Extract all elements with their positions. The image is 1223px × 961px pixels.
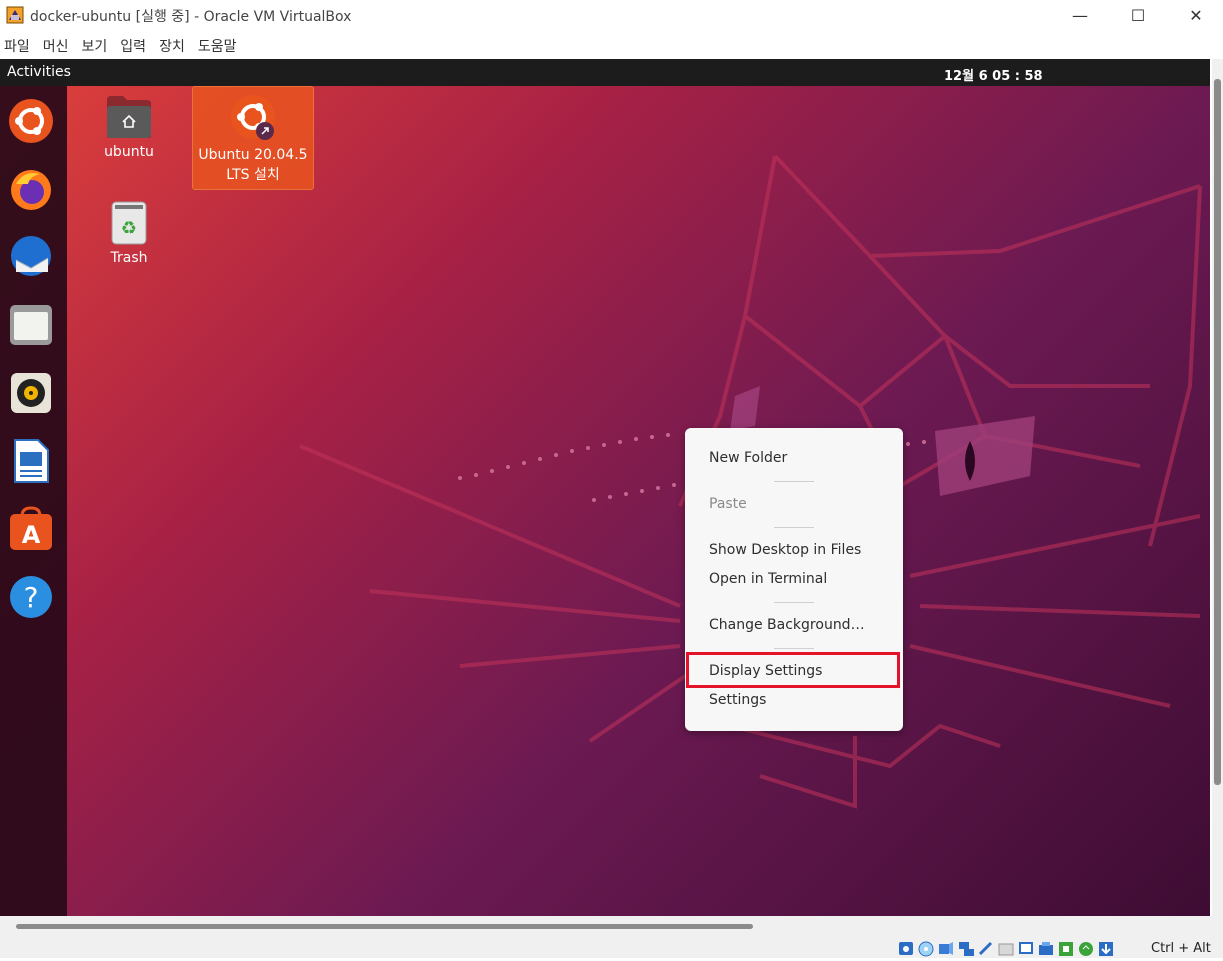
activities-button[interactable]: Activities xyxy=(7,64,71,80)
menu-input[interactable]: 입력 xyxy=(116,32,154,58)
desktop-icon-installer[interactable]: Ubuntu 20.04.5 LTS 설치 xyxy=(192,86,314,190)
dock-thunderbird[interactable] xyxy=(8,234,54,280)
desktop-icon-label-line2: LTS 설치 xyxy=(226,167,280,183)
svg-text:A: A xyxy=(22,521,41,549)
menu-item-new-folder[interactable]: New Folder xyxy=(709,450,787,466)
virtualbox-app-icon xyxy=(6,6,24,24)
highlight-box xyxy=(686,652,900,688)
dock-software[interactable]: A xyxy=(8,506,54,552)
vertical-scrollbar[interactable] xyxy=(1212,59,1223,916)
display-icon[interactable] xyxy=(1017,940,1035,957)
firefox-icon xyxy=(11,170,51,210)
dock-writer[interactable] xyxy=(8,438,54,484)
virtualbox-status-bar: Ctrl + Alt xyxy=(0,938,1223,958)
window-title: docker-ubuntu [실행 중] - Oracle VM Virtual… xyxy=(30,9,352,25)
scrollbar-thumb[interactable] xyxy=(1214,79,1221,785)
menu-file[interactable]: 파일 xyxy=(0,32,38,58)
menu-separator xyxy=(774,481,814,482)
ubuntu-installer-icon xyxy=(231,95,275,140)
clock[interactable]: 12월 6 05 : 58 xyxy=(944,65,1043,84)
menu-view[interactable]: 보기 xyxy=(78,32,116,58)
desktop-icon-trash[interactable]: ♻ Trash xyxy=(98,200,160,266)
menu-help[interactable]: 도움말 xyxy=(194,32,245,58)
wallpaper-cat-art xyxy=(299,154,1202,809)
home-folder-icon xyxy=(107,96,151,138)
maximize-button[interactable]: ☐ xyxy=(1115,2,1161,28)
mouse-integration-icon[interactable] xyxy=(1077,940,1095,957)
horizontal-scrollbar[interactable] xyxy=(0,916,1223,938)
menu-item-open-in-terminal[interactable]: Open in Terminal xyxy=(709,571,827,587)
network-icon[interactable] xyxy=(957,940,975,957)
desktop-icon-home[interactable]: ubuntu xyxy=(98,94,160,160)
vm-screen[interactable]: Activities 12월 6 05 : 58 ubuntu Ubuntu 2… xyxy=(0,59,1210,916)
svg-text:?: ? xyxy=(24,581,39,614)
ubuntu-dock: A ? xyxy=(0,86,67,916)
trash-icon: ♻ xyxy=(111,201,147,245)
libreoffice-writer-icon xyxy=(14,439,49,483)
menu-bar: 파일 머신 보기 입력 장치 도움말 xyxy=(0,32,1223,58)
shared-folder-icon[interactable] xyxy=(997,940,1015,957)
files-icon xyxy=(10,305,52,345)
ubuntu-logo-icon xyxy=(9,99,53,143)
desktop-icon-label-line1: Ubuntu 20.04.5 xyxy=(198,147,308,163)
dock-ubuntu-icon[interactable] xyxy=(8,98,54,144)
gnome-top-bar: Activities 12월 6 05 : 58 xyxy=(0,59,1210,86)
close-button[interactable]: ✕ xyxy=(1173,2,1219,28)
svg-text:♻: ♻ xyxy=(121,218,137,239)
dock-firefox[interactable] xyxy=(8,166,54,212)
menu-separator xyxy=(774,527,814,528)
hard-disk-icon[interactable] xyxy=(897,940,915,957)
menu-machine[interactable]: 머신 xyxy=(39,32,77,58)
host-key-label: Ctrl + Alt xyxy=(1151,941,1211,956)
software-center-icon: A xyxy=(10,506,52,550)
menu-item-change-background[interactable]: Change Background… xyxy=(709,617,865,633)
dock-files[interactable] xyxy=(8,302,54,348)
cpu-icon[interactable] xyxy=(1057,940,1075,957)
menu-item-show-desktop-in-files[interactable]: Show Desktop in Files xyxy=(709,542,861,558)
rhythmbox-icon xyxy=(11,373,51,413)
capture-icon[interactable] xyxy=(1037,940,1055,957)
menu-devices[interactable]: 장치 xyxy=(155,32,193,58)
keyboard-capture-icon[interactable] xyxy=(1097,940,1115,957)
menu-item-paste[interactable]: Paste xyxy=(709,496,747,512)
window-titlebar: docker-ubuntu [실행 중] - Oracle VM Virtual… xyxy=(0,0,1223,30)
dock-help[interactable]: ? xyxy=(8,574,54,620)
audio-icon[interactable] xyxy=(937,940,955,957)
usb-icon[interactable] xyxy=(977,940,995,957)
menu-separator xyxy=(774,648,814,649)
dock-rhythmbox[interactable] xyxy=(8,370,54,416)
menu-item-settings[interactable]: Settings xyxy=(709,692,766,708)
scrollbar-thumb[interactable] xyxy=(16,924,753,929)
desktop-background[interactable]: ubuntu Ubuntu 20.04.5 LTS 설치 ♻ Trash xyxy=(0,86,1210,916)
menu-separator xyxy=(774,602,814,603)
minimize-button[interactable]: — xyxy=(1057,2,1103,28)
help-icon: ? xyxy=(10,576,52,618)
optical-drive-icon[interactable] xyxy=(917,940,935,957)
desktop-icon-label: Trash xyxy=(110,250,148,266)
thunderbird-icon xyxy=(11,236,51,276)
desktop-icon-label: ubuntu xyxy=(104,144,154,160)
